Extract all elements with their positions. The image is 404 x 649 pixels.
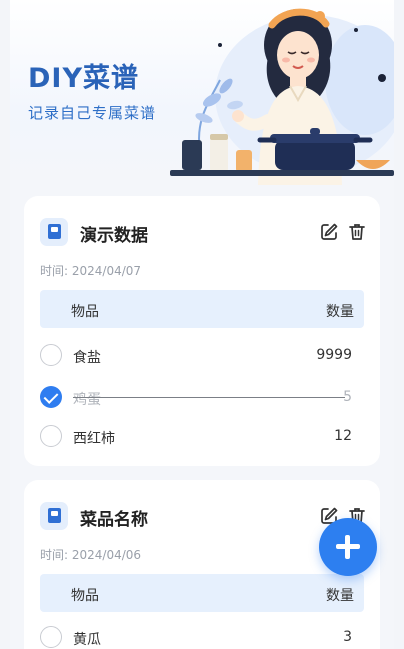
- ingredient-checkbox[interactable]: [40, 425, 62, 447]
- trash-icon[interactable]: [347, 222, 367, 242]
- header-banner: DIY菜谱 记录自己专属菜谱: [10, 0, 394, 185]
- ingredient-row: 鸡蛋 5: [40, 383, 364, 413]
- recipe-book-icon: [40, 218, 68, 246]
- edit-icon[interactable]: [319, 222, 339, 242]
- column-header-item: 物品: [71, 588, 99, 604]
- recipe-date: 时间: 2024/04/07: [40, 264, 142, 278]
- column-header-qty: 数量: [326, 304, 354, 320]
- ingredient-qty: 9999: [316, 347, 352, 363]
- plus-icon-stroke: [345, 535, 350, 559]
- recipe-name: 演示数据: [80, 226, 148, 246]
- cooking-woman-illustration: [170, 8, 394, 185]
- ingredient-checkbox[interactable]: [40, 344, 62, 366]
- app-subtitle: 记录自己专属菜谱: [28, 104, 157, 122]
- recipe-book-icon: [40, 502, 68, 530]
- ingredient-name: 西红柿: [73, 431, 115, 447]
- strikethrough-line: [73, 397, 345, 398]
- table-header: 物品 数量: [40, 290, 364, 328]
- column-header-qty: 数量: [326, 588, 354, 604]
- ingredient-row: 西红柿 12: [40, 422, 364, 452]
- ingredient-qty: 3: [343, 629, 352, 645]
- table-header: 物品 数量: [40, 574, 364, 612]
- app-screen: DIY菜谱 记录自己专属菜谱 演示数据 时间: 2024/04/07 物品 数量…: [10, 0, 394, 649]
- ingredient-checkbox[interactable]: [40, 626, 62, 648]
- ingredient-name: 黄瓜: [73, 632, 101, 648]
- app-title: DIY菜谱: [28, 63, 140, 94]
- recipe-card-header: 菜品名称: [40, 502, 365, 534]
- ingredient-name: 食盐: [73, 350, 101, 366]
- add-recipe-button[interactable]: [319, 518, 377, 576]
- ingredient-row: 食盐 9999: [40, 341, 364, 371]
- column-header-item: 物品: [71, 304, 99, 320]
- recipe-card-header: 演示数据: [40, 218, 367, 250]
- recipe-date: 时间: 2024/04/06: [40, 548, 142, 562]
- ingredient-row: 黄瓜 3: [40, 623, 364, 649]
- ingredient-name: 鸡蛋: [73, 392, 101, 408]
- recipe-card: 演示数据 时间: 2024/04/07 物品 数量 食盐 9999 鸡蛋 5 西…: [24, 196, 380, 466]
- ingredient-qty: 12: [334, 428, 352, 444]
- checkmark-icon[interactable]: [40, 386, 62, 408]
- recipe-name: 菜品名称: [80, 510, 148, 530]
